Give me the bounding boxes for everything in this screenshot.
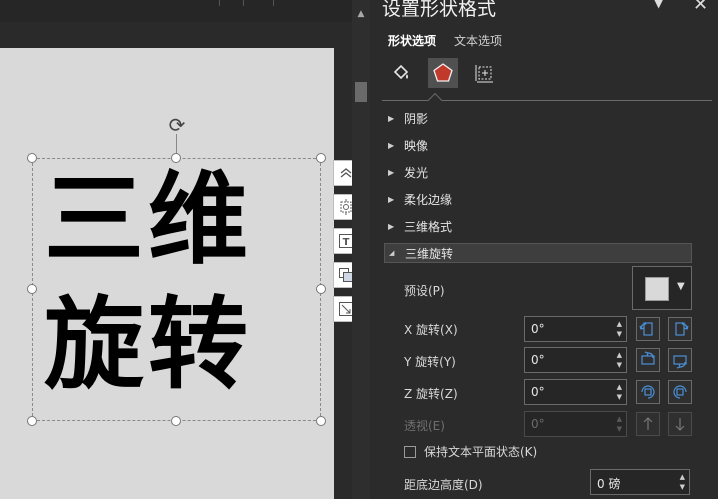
spinner-icon[interactable]: ▲ ▼ [680, 472, 685, 492]
rotate-left-x-icon[interactable] [636, 317, 660, 341]
resize-handle-bottom-right[interactable] [316, 416, 326, 426]
section-reflection[interactable]: ▶ 映像 [388, 135, 428, 155]
x-rotation-input[interactable]: 0° ▲ ▼ [524, 316, 627, 342]
effects-icon[interactable] [428, 58, 458, 88]
scroll-thumb[interactable] [355, 82, 367, 102]
expand-icon: ▶ [388, 221, 395, 231]
expand-icon: ▶ [388, 167, 395, 177]
perspective-input: 0° ▲ ▼ [524, 411, 627, 437]
perspective-decrease-icon [668, 412, 692, 436]
spinner-icon[interactable]: ▲ ▼ [617, 319, 622, 339]
spinner-icon[interactable]: ▲ ▼ [617, 382, 622, 402]
slide-editing-area: ⟳ 三维 旋转 T [0, 0, 359, 499]
resize-handle-top-right[interactable] [316, 153, 326, 163]
expand-icon: ▶ [388, 194, 395, 204]
resize-handle-middle-right[interactable] [316, 284, 326, 294]
close-icon[interactable]: ✕ [693, 0, 708, 15]
section-3d-format[interactable]: ▶ 三维格式 [388, 216, 452, 236]
z-rotation-input[interactable]: 0° ▲ ▼ [524, 379, 627, 405]
perspective-increase-icon [636, 412, 660, 436]
distance-from-ground-input[interactable]: 0 磅 ▲ ▼ [590, 469, 690, 495]
section-soft-edges[interactable]: ▶ 柔化边缘 [388, 189, 452, 209]
chevron-down-icon: ▼ [677, 281, 685, 292]
distance-from-ground-label: 距底边高度(D) [404, 478, 483, 492]
format-shape-pane: 设置形状格式 ▼ ✕ 形状选项 文本选项 ▶ 阴影 ▶ 映像 ▶ 发光 ▶ 柔化边缘 ▶… [370, 0, 718, 499]
fill-line-icon[interactable] [386, 58, 416, 88]
collapse-icon: ◢ [389, 249, 395, 257]
rotate-clockwise-z-icon[interactable] [668, 380, 692, 404]
y-rotation-label: Y 旋转(Y) [404, 355, 456, 369]
spinner-icon: ▲ ▼ [616, 415, 622, 433]
rotate-counterclockwise-z-icon[interactable] [636, 380, 660, 404]
expand-icon: ▶ [388, 140, 395, 150]
preset-dropdown[interactable]: ▼ [632, 266, 692, 310]
spinner-icon[interactable]: ▲ ▼ [617, 350, 622, 370]
rotate-up-y-icon[interactable] [636, 348, 660, 372]
x-rotation-label: X 旋转(X) [404, 323, 458, 337]
preset-swatch [645, 277, 669, 301]
vertical-scrollbar[interactable]: ▲ [352, 0, 370, 499]
perspective-label: 透视(E) [404, 419, 445, 433]
resize-handle-top-left[interactable] [27, 153, 37, 163]
y-rotation-input[interactable]: 0° ▲ ▼ [524, 347, 627, 373]
resize-handle-bottom-center[interactable] [171, 416, 181, 426]
slide-text-line-2[interactable]: 旋转 [44, 290, 252, 400]
rotate-handle-icon[interactable]: ⟳ [164, 114, 190, 136]
resize-handle-middle-left[interactable] [27, 284, 37, 294]
rotate-down-y-icon[interactable] [668, 348, 692, 372]
section-glow[interactable]: ▶ 发光 [388, 162, 428, 182]
checkbox-box[interactable] [404, 445, 416, 458]
tab-shape-options[interactable]: 形状选项 [388, 32, 436, 49]
scroll-up-icon[interactable]: ▲ [355, 8, 367, 20]
ribbon-edge [0, 0, 352, 22]
pane-title: 设置形状格式 [382, 0, 497, 20]
rotate-right-x-icon[interactable] [668, 317, 692, 341]
keep-text-flat-label: 保持文本平面状态(K) [424, 445, 538, 459]
slide-text-line-1[interactable]: 三维 [44, 165, 252, 275]
preset-label: 预设(P) [404, 284, 445, 298]
keep-text-flat-checkbox[interactable]: 保持文本平面状态(K) [404, 443, 537, 460]
resize-handle-bottom-left[interactable] [27, 416, 37, 426]
tab-text-options[interactable]: 文本选项 [454, 32, 502, 49]
category-indicator [427, 92, 443, 108]
size-properties-icon[interactable] [470, 58, 500, 88]
section-shadow[interactable]: ▶ 阴影 [388, 108, 428, 128]
section-3d-rotation[interactable]: ◢ 三维旋转 [384, 243, 692, 263]
z-rotation-label: Z 旋转(Z) [404, 387, 458, 401]
svg-text:T: T [343, 237, 350, 248]
expand-icon: ▶ [388, 113, 395, 123]
pane-options-icon[interactable]: ▼ [654, 0, 663, 10]
